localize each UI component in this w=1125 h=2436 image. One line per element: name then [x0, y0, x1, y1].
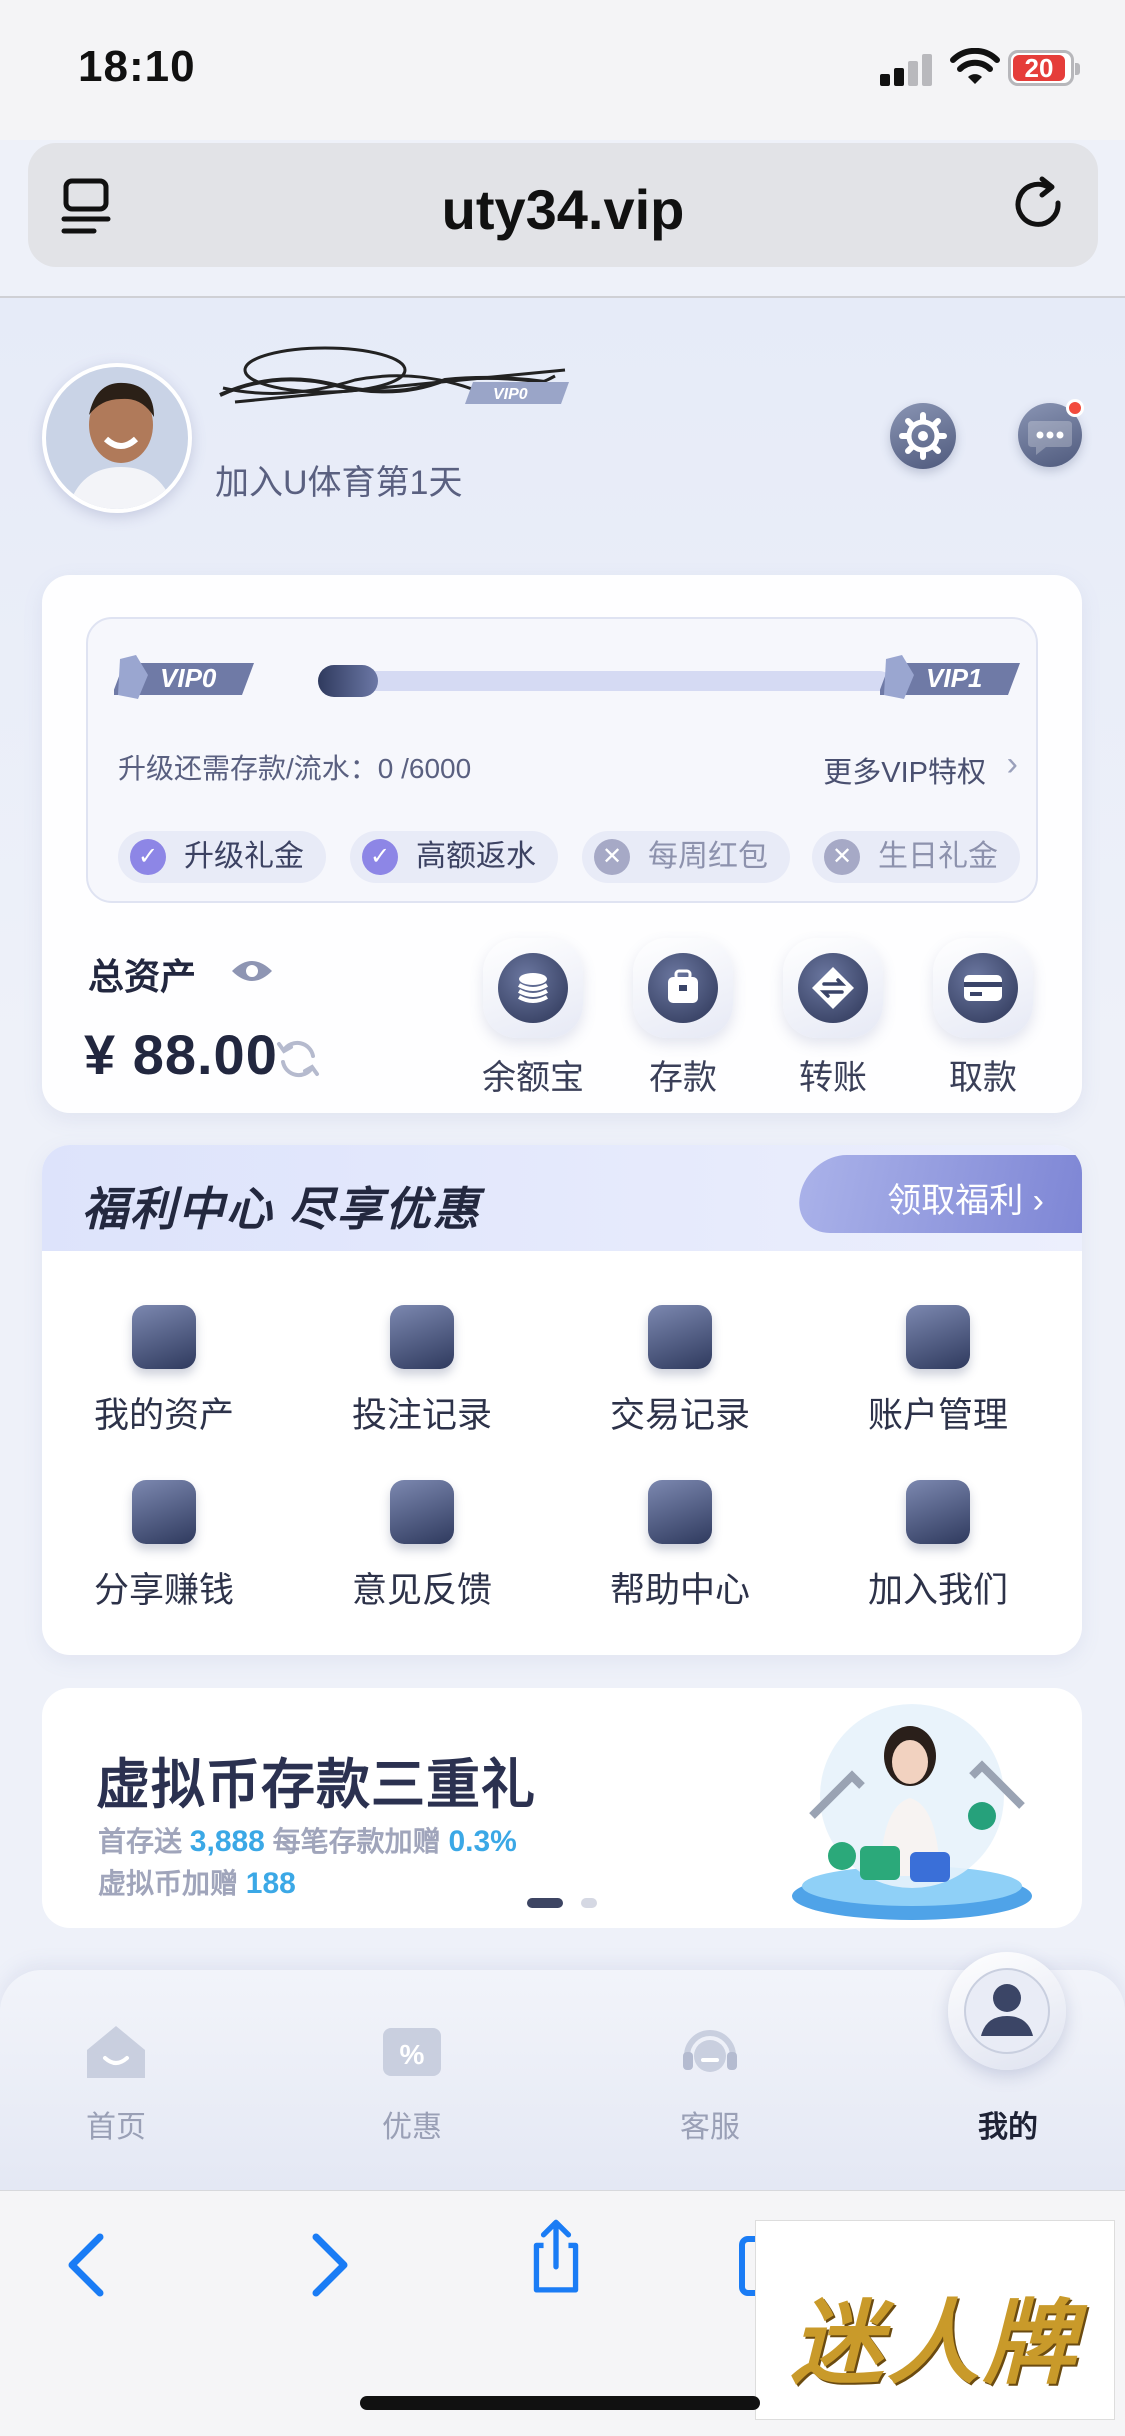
- vip-current-badge: VIP0: [112, 655, 254, 701]
- progress-runner-icon: [318, 665, 378, 697]
- carousel-indicator[interactable]: [527, 1898, 607, 1908]
- perk-rebate: ✓ 高额返水: [350, 831, 558, 883]
- signal-icon: [880, 52, 936, 86]
- welfare-header: 福利中心 尽享优惠 领取福利 ›: [42, 1145, 1082, 1251]
- folder-icon: [906, 1305, 970, 1369]
- check-icon: ✓: [362, 839, 398, 875]
- battery-level: 20: [1013, 55, 1065, 81]
- deposit-button[interactable]: 存款: [628, 938, 738, 1098]
- transfer-button[interactable]: 转账: [778, 938, 888, 1098]
- wallet-bag-icon: [648, 953, 718, 1023]
- tab-home[interactable]: 首页: [26, 2020, 206, 2160]
- grid-share-earn[interactable]: 分享赚钱: [44, 1480, 284, 1630]
- transfer-icon: [798, 953, 868, 1023]
- messages-button[interactable]: [1018, 399, 1084, 467]
- unread-dot: [1066, 399, 1084, 417]
- tab-mine[interactable]: 我的: [918, 2020, 1098, 2160]
- watermark-logo: 迷人牌: [755, 2220, 1115, 2420]
- grid-transaction-records[interactable]: 交易记录: [560, 1305, 800, 1455]
- back-arrow-icon[interactable]: [48, 2225, 128, 2305]
- tab-promotions[interactable]: % 优惠: [322, 2020, 502, 2160]
- promo-line-2: 虚拟币加赠 188: [98, 1867, 296, 1900]
- upgrade-requirement: 升级还需存款/流水：0 /6000: [118, 753, 472, 784]
- vip-progress-bar: [318, 665, 890, 697]
- home-icon: [87, 2026, 145, 2078]
- cross-icon: ✕: [594, 839, 630, 875]
- chevron-right-icon[interactable]: ›: [1007, 745, 1018, 784]
- home-indicator: [360, 2396, 760, 2410]
- grid-account-management[interactable]: 账户管理: [818, 1305, 1058, 1455]
- username-redacted: VIP0: [219, 346, 569, 404]
- card-icon: [948, 953, 1018, 1023]
- vip-progress-panel: VIP0 VIP1 升级还需存款/流水：0 /6000 更多VIP特权 › ✓ 升…: [86, 617, 1038, 903]
- eye-icon[interactable]: [230, 957, 274, 985]
- wallet-icon: [132, 1305, 196, 1369]
- tab-customer-service[interactable]: 客服: [620, 2020, 800, 2160]
- grid-my-assets[interactable]: 我的资产: [44, 1305, 284, 1455]
- handshake-icon: [132, 1480, 196, 1544]
- claim-welfare-label[interactable]: 领取福利 ›: [887, 1173, 1044, 1222]
- status-time: 18:10: [78, 42, 196, 91]
- grid-feedback[interactable]: 意见反馈: [302, 1480, 542, 1630]
- discount-icon: %: [383, 2028, 441, 2076]
- perk-birthday-bonus: ✕ 生日礼金: [812, 831, 1020, 883]
- check-icon: ✓: [130, 839, 166, 875]
- yuebao-button[interactable]: 余额宝: [478, 938, 588, 1098]
- group-icon: [906, 1480, 970, 1544]
- gear-icon: [899, 412, 947, 460]
- refresh-icon[interactable]: [275, 1036, 321, 1082]
- promo-banner[interactable]: 虚拟币存款三重礼 首存送 3,888 每笔存款加赠 0.3% 虚拟币加赠 188: [42, 1688, 1082, 1928]
- battery-icon: 20: [1008, 50, 1080, 86]
- grid-join-us[interactable]: 加入我们: [818, 1480, 1058, 1630]
- welfare-center-card: 福利中心 尽享优惠 领取福利 › 我的资产 投注记录 交易记录 账户管理 分享赚…: [42, 1145, 1082, 1655]
- bet-record-icon: [390, 1305, 454, 1369]
- vip-next-badge: VIP1: [878, 655, 1020, 701]
- more-vip-link[interactable]: 更多VIP特权: [823, 749, 986, 791]
- perk-weekly-redpacket: ✕ 每周红包: [582, 831, 790, 883]
- promo-title: 虚拟币存款三重礼: [96, 1755, 536, 1815]
- promo-illustration: [792, 1704, 1032, 1920]
- help-book-icon: [648, 1480, 712, 1544]
- address-bar[interactable]: uty34.vip: [28, 143, 1098, 267]
- total-assets-label: 总资产: [88, 956, 197, 997]
- settings-button[interactable]: [890, 403, 956, 469]
- grid-bet-records[interactable]: 投注记录: [302, 1305, 542, 1455]
- feedback-icon: [390, 1480, 454, 1544]
- avatar[interactable]: [42, 363, 192, 513]
- perk-upgrade-bonus: ✓ 升级礼金: [118, 831, 326, 883]
- headset-icon: [683, 2030, 737, 2072]
- share-icon[interactable]: [516, 2217, 596, 2297]
- welfare-title: 福利中心 尽享优惠: [82, 1183, 481, 1235]
- grid-help-center[interactable]: 帮助中心: [560, 1480, 800, 1630]
- total-assets-value: ¥ 88.00: [84, 1023, 278, 1086]
- promo-line-1: 首存送 3,888 每笔存款加赠 0.3%: [98, 1825, 517, 1858]
- svg-text:%: %: [400, 2039, 425, 2070]
- join-days-text: 加入U体育第1天: [215, 464, 463, 502]
- url-text[interactable]: uty34.vip: [28, 177, 1098, 242]
- reload-icon[interactable]: [1008, 173, 1072, 237]
- status-bar: 18:10 20: [0, 0, 1125, 140]
- transaction-icon: [648, 1305, 712, 1369]
- wifi-icon: [950, 48, 1000, 84]
- withdraw-button[interactable]: 取款: [928, 938, 1038, 1098]
- vip-tag: VIP0: [493, 386, 528, 403]
- forward-arrow-icon[interactable]: [288, 2225, 368, 2305]
- coin-stack-icon: [498, 953, 568, 1023]
- cross-icon: ✕: [824, 839, 860, 875]
